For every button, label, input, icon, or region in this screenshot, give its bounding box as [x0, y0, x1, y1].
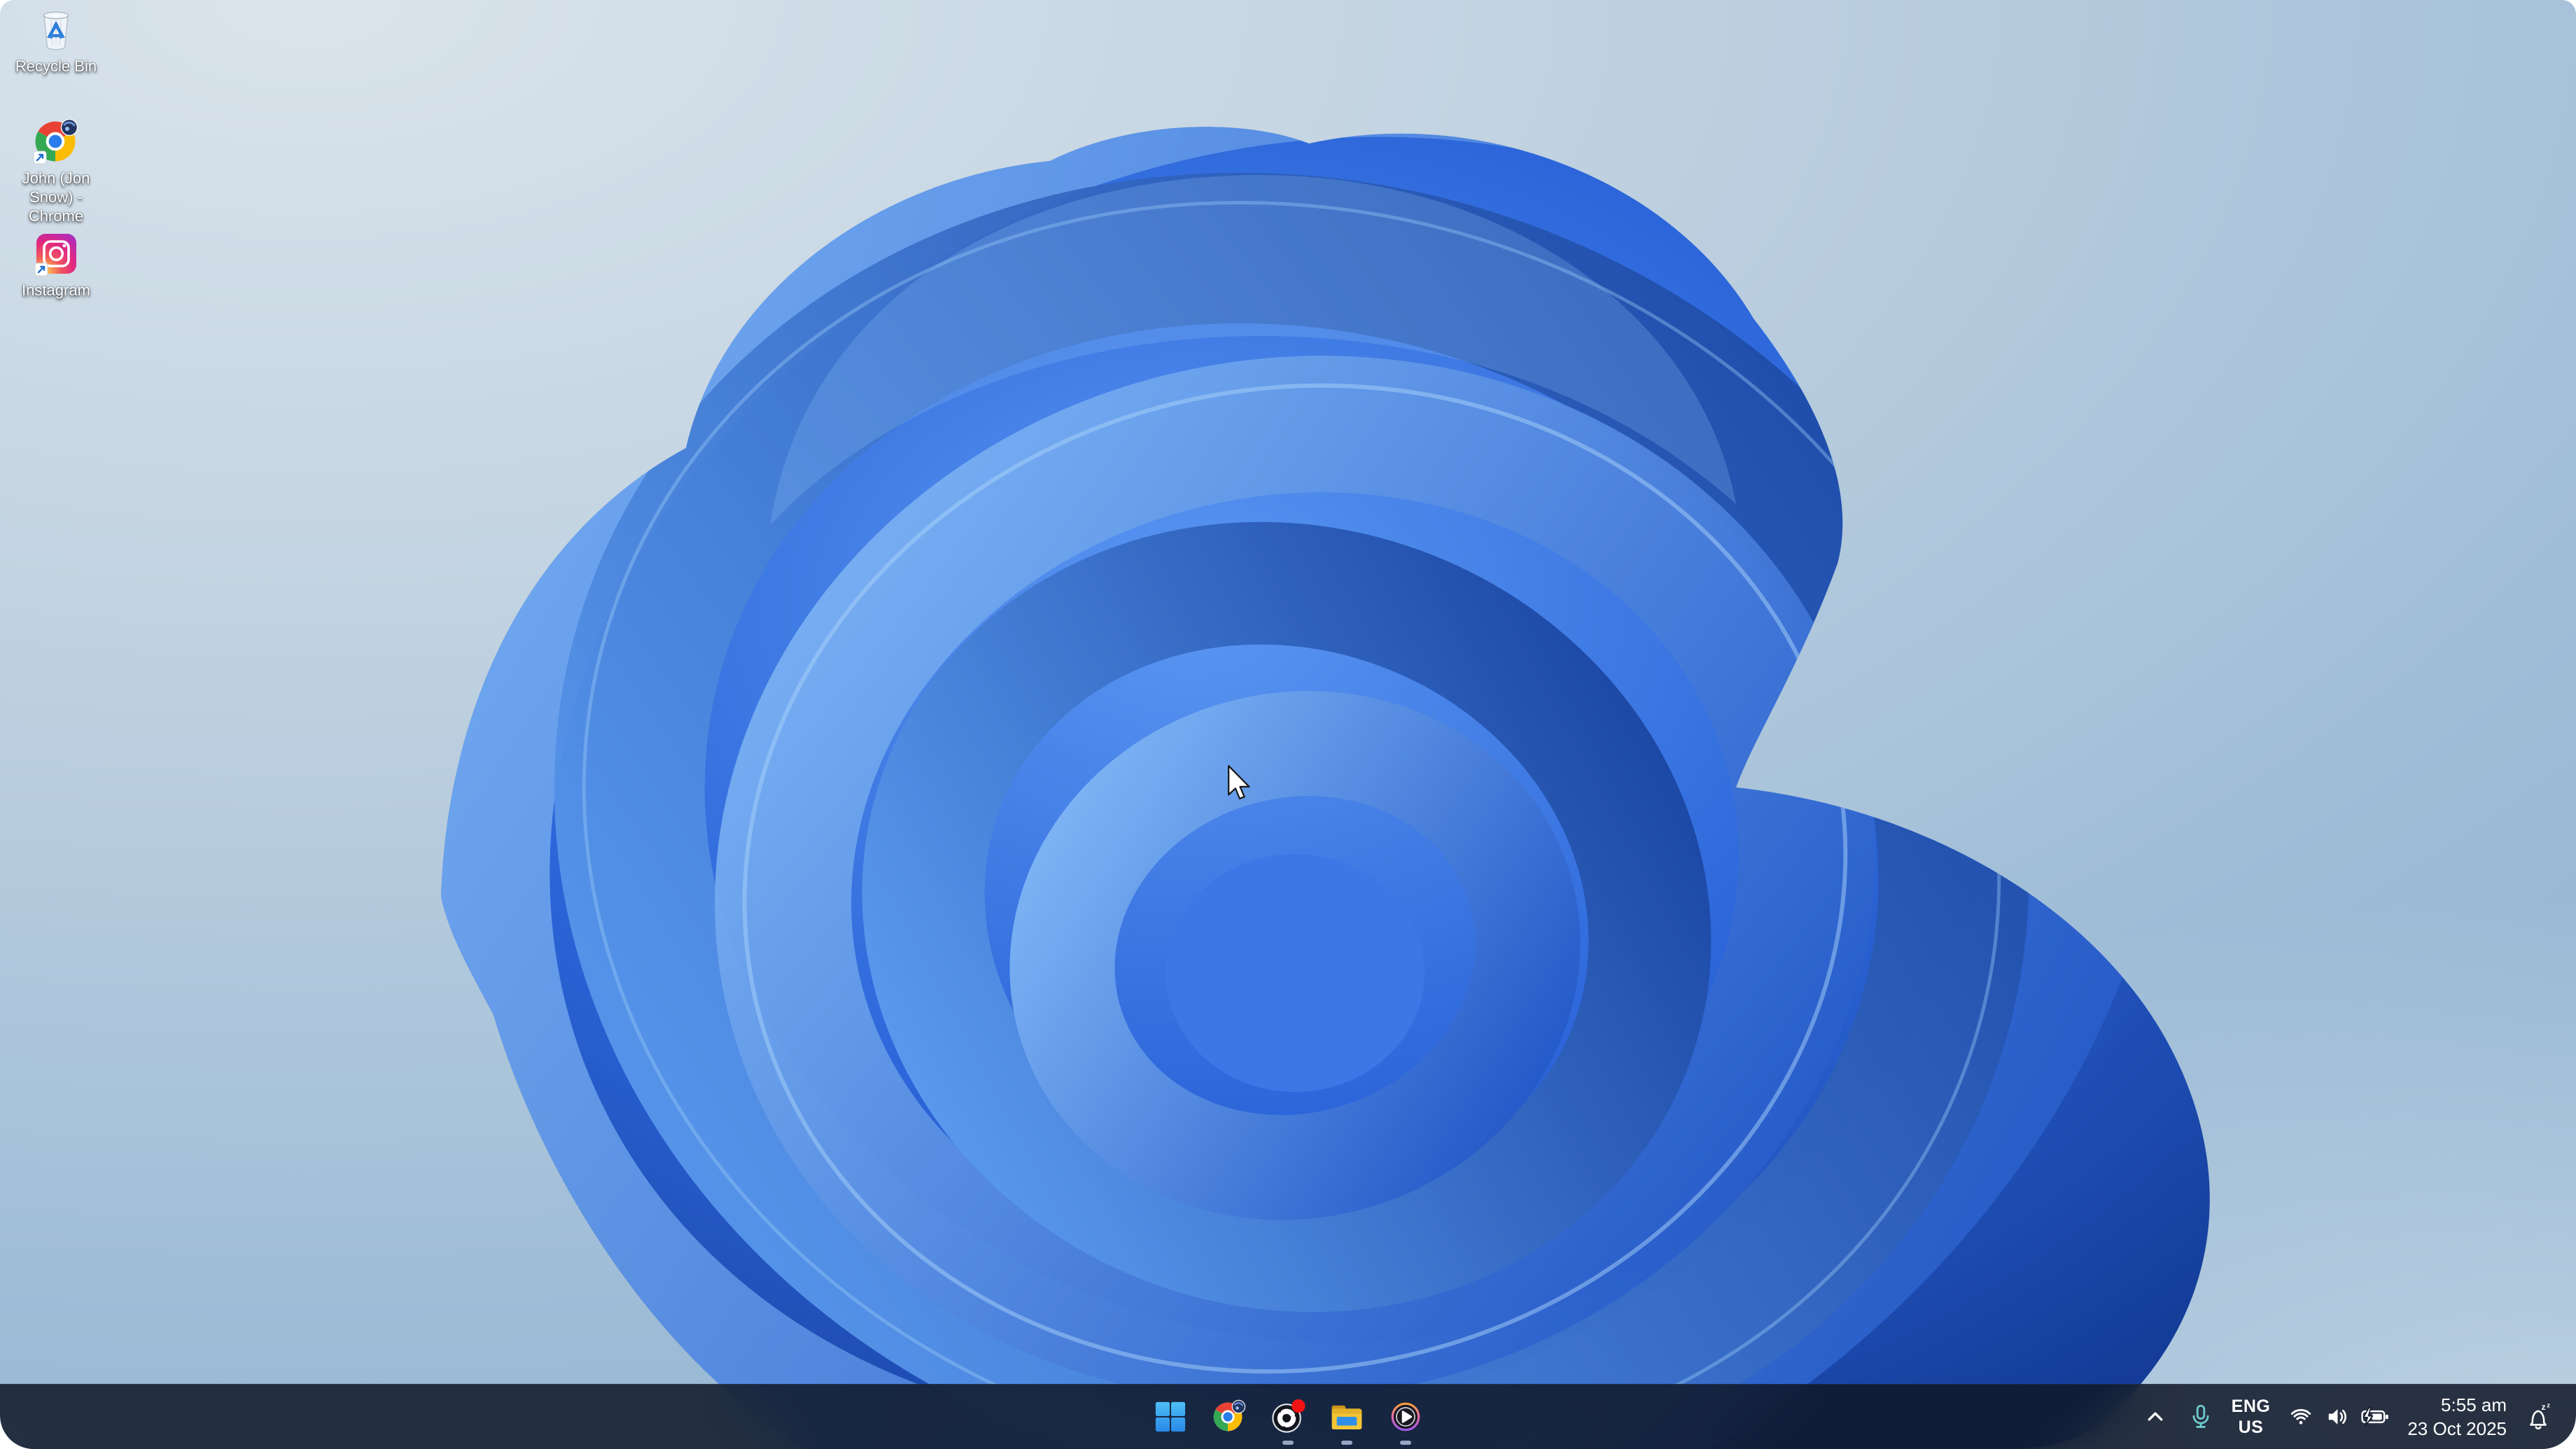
clock-date: 23 Oct 2025 — [2407, 1418, 2507, 1439]
folder-icon — [1331, 1405, 1362, 1429]
do-not-disturb-bell-icon: z z — [2530, 1401, 2550, 1430]
running-indicator — [1282, 1441, 1294, 1445]
taskbar-explorer-button[interactable] — [1317, 1385, 1376, 1449]
svg-text:z: z — [2547, 1401, 2550, 1408]
instagram-icon — [34, 234, 76, 276]
tray-clock[interactable]: 5:55 am 23 Oct 2025 — [2404, 1390, 2510, 1443]
language-line1: ENG — [2231, 1396, 2271, 1416]
chevron-up-icon — [2148, 1412, 2163, 1421]
recording-badge — [1292, 1399, 1306, 1413]
media-player-play-icon — [1390, 1401, 1421, 1432]
profile-avatar-badge — [1231, 1399, 1246, 1414]
chrome-icon — [1213, 1399, 1246, 1432]
quick-settings-button[interactable] — [2283, 1390, 2394, 1443]
taskbar-obs-button[interactable] — [1259, 1385, 1317, 1449]
wifi-icon — [2291, 1408, 2311, 1424]
microphone-icon — [2192, 1404, 2209, 1428]
volume-icon — [2329, 1409, 2347, 1424]
taskbar-chrome-button[interactable] — [1200, 1385, 1259, 1449]
chrome-icon — [33, 118, 78, 164]
desktop-icon-label: Instagram — [22, 281, 90, 299]
taskbar-app-group — [1141, 1385, 1435, 1449]
recycle-bin-icon — [43, 11, 69, 50]
start-button[interactable] — [1141, 1385, 1200, 1449]
language-line2: US — [2238, 1418, 2264, 1437]
tray-language-button[interactable]: ENG US — [2229, 1390, 2274, 1443]
obs-icon — [1272, 1399, 1306, 1433]
clock-time: 5:55 am — [2441, 1394, 2507, 1415]
tray-hidden-icons-button[interactable] — [2138, 1390, 2173, 1443]
desktop-icon-instagram[interactable]: Instagram — [4, 232, 108, 300]
battery-charging-icon — [2361, 1407, 2389, 1427]
running-indicator — [1341, 1441, 1352, 1445]
desktop-icon-label: Recycle Bin — [15, 57, 97, 75]
running-indicator — [1400, 1441, 1411, 1445]
tray-microphone-button[interactable] — [2183, 1390, 2218, 1443]
profile-avatar-badge — [60, 118, 78, 136]
desktop: Recycle Bin John (Jon Snow) - Chrome Ins… — [0, 0, 2576, 1449]
taskbar: ENG US 5:55 am 23 Oct 2025 z z — [0, 1384, 2576, 1449]
svg-text:z: z — [2542, 1402, 2546, 1412]
shortcut-arrow-icon — [34, 262, 48, 276]
desktop-icon-recycle-bin[interactable]: Recycle Bin — [4, 8, 108, 76]
system-tray: ENG US 5:55 am 23 Oct 2025 z z — [2138, 1385, 2576, 1449]
shortcut-arrow-icon — [33, 150, 47, 164]
wallpaper-bloom — [441, 127, 2210, 1449]
desktop-icon-label: John (Jon Snow) - Chrome — [22, 169, 90, 225]
windows-start-icon — [1155, 1401, 1186, 1432]
taskbar-media-player-button[interactable] — [1376, 1385, 1435, 1449]
notification-bell-button[interactable]: z z — [2520, 1390, 2556, 1443]
desktop-icon-chrome-profile[interactable]: John (Jon Snow) - Chrome — [4, 118, 108, 225]
